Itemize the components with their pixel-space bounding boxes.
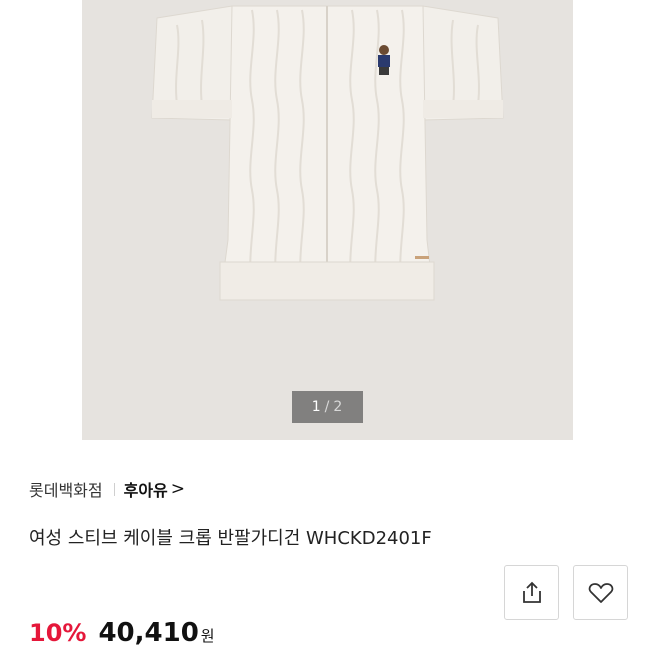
like-button[interactable]: [573, 565, 628, 620]
share-button[interactable]: [504, 565, 559, 620]
currency-unit: 원: [200, 627, 215, 645]
pager-total: 2: [333, 399, 344, 415]
product-image-gallery[interactable]: 1 / 2: [0, 0, 654, 440]
seller-row: 롯데백화점 후아유 >: [29, 478, 185, 500]
pager-current: 1: [311, 399, 322, 415]
brand-name: 후아유: [123, 481, 168, 500]
chevron-right-icon: >: [170, 479, 186, 499]
discount-rate: 10%: [29, 619, 87, 647]
store-name: 롯데백화점: [29, 481, 103, 500]
pager-separator: /: [324, 399, 331, 415]
product-photo[interactable]: [82, 0, 573, 440]
divider: [113, 482, 115, 496]
cardigan-illustration: [151, 5, 504, 301]
product-title: 여성 스티브 케이블 크롭 반팔가디건 WHCKD2401F: [29, 528, 432, 549]
sale-price: 40,410: [98, 618, 199, 648]
price-row: 10% 40,410 원: [29, 618, 215, 658]
heart-icon: [588, 582, 613, 603]
share-icon: [522, 581, 541, 603]
bear-embroidery-icon: [378, 45, 390, 75]
image-pager: 1 / 2: [292, 391, 363, 423]
brand-link[interactable]: 후아유 >: [124, 477, 185, 501]
